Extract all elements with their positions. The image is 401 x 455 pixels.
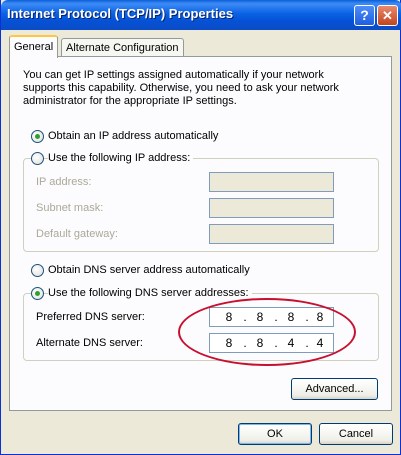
preferred-dns-octet: 8	[287, 310, 295, 324]
preferred-dns-octet: 8	[256, 310, 264, 324]
close-button[interactable]: ✕	[377, 5, 398, 26]
octet-separator: .	[274, 310, 278, 324]
alternate-dns-octet: 8	[225, 336, 233, 350]
alternate-dns-octet: 8	[256, 336, 264, 350]
obtain-ip-auto-radio[interactable]	[31, 130, 44, 143]
octet-separator: .	[243, 310, 247, 324]
tab-alternate-configuration[interactable]: Alternate Configuration	[61, 38, 184, 58]
cancel-button[interactable]: Cancel	[319, 423, 393, 445]
obtain-dns-auto-label[interactable]: Obtain DNS server address automatically	[48, 264, 250, 276]
preferred-dns-label: Preferred DNS server:	[36, 311, 145, 323]
preferred-dns-field[interactable]: 8 . 8 . 8 . 8	[209, 307, 334, 327]
obtain-dns-auto-radio[interactable]	[31, 264, 44, 277]
ip-address-label: IP address:	[36, 176, 92, 188]
subnet-mask-label: Subnet mask:	[36, 202, 104, 214]
use-dns-radio[interactable]	[31, 287, 44, 300]
alternate-dns-octet: 4	[287, 336, 295, 350]
preferred-dns-octet: 8	[225, 310, 233, 324]
alternate-dns-field[interactable]: 8 . 8 . 4 . 4	[209, 333, 334, 353]
default-gateway-label: Default gateway:	[36, 228, 118, 240]
use-ip-radio[interactable]	[31, 152, 44, 165]
obtain-ip-auto-label[interactable]: Obtain an IP address automatically	[48, 130, 218, 142]
properties-dialog: Internet Protocol (TCP/IP) Properties ? …	[0, 0, 401, 455]
ok-button[interactable]: OK	[238, 423, 312, 445]
use-dns-label[interactable]: Use the following DNS server addresses:	[48, 287, 252, 299]
alternate-dns-octet: 4	[316, 336, 324, 350]
tab-general[interactable]: General	[9, 35, 59, 58]
use-ip-label[interactable]: Use the following IP address:	[48, 152, 194, 164]
description-text: You can get IP settings assigned automat…	[23, 69, 339, 107]
help-button[interactable]: ?	[354, 5, 375, 26]
title-bar[interactable]: Internet Protocol (TCP/IP) Properties ? …	[1, 0, 401, 30]
alternate-dns-label: Alternate DNS server:	[36, 337, 143, 349]
ip-address-field	[209, 172, 334, 192]
window-title: Internet Protocol (TCP/IP) Properties	[7, 6, 234, 21]
default-gateway-field	[209, 224, 334, 244]
preferred-dns-octet: 8	[316, 310, 324, 324]
octet-separator: .	[243, 336, 247, 350]
subnet-mask-field	[209, 198, 334, 218]
octet-separator: .	[274, 336, 278, 350]
advanced-button[interactable]: Advanced...	[291, 378, 378, 400]
